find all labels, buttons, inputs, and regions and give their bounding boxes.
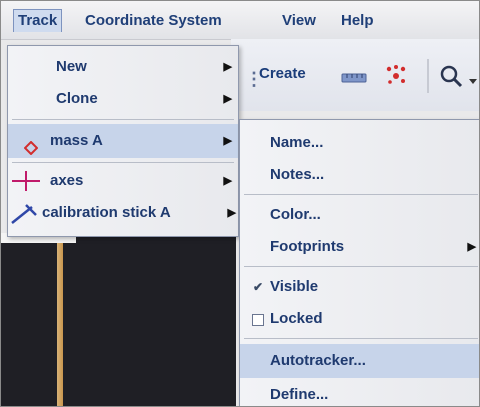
menu-item-label: calibration stick A (42, 204, 171, 221)
submenu-arrow-icon: ▶ (223, 135, 232, 147)
menu-separator (244, 266, 478, 267)
zoom-icon[interactable] (439, 64, 465, 95)
menu-item-label: Footprints (270, 238, 345, 255)
menu-item-label: Color... (270, 206, 321, 223)
menu-item-define[interactable]: Define... (240, 380, 479, 406)
toolbar-separator (427, 59, 429, 93)
menu-item-name[interactable]: Name... (240, 128, 479, 158)
menu-separator (12, 162, 234, 163)
toolbar: ⋮ Create (231, 39, 479, 111)
menu-track[interactable]: Track (13, 9, 63, 32)
tape-measure-icon[interactable] (341, 71, 367, 89)
menu-item-label: Clone (56, 90, 98, 107)
menu-item-visible[interactable]: ✔ Visible (240, 272, 479, 302)
menu-coordinate-system[interactable]: Coordinate System (81, 10, 226, 32)
submenu-arrow-icon: ▶ (227, 207, 236, 219)
menu-item-calibration-stick-a[interactable]: calibration stick A ▶ (8, 198, 238, 228)
menu-item-autotracker[interactable]: Autotracker... (240, 344, 479, 378)
menu-item-label: Name... (270, 134, 324, 151)
checkbox-checked-icon[interactable]: ✔ (252, 281, 264, 293)
menu-item-color[interactable]: Color... (240, 200, 479, 230)
menu-item-label: Notes... (270, 166, 325, 183)
menu-item-label: Locked (270, 310, 323, 327)
menu-separator (244, 194, 478, 195)
video-panel[interactable] (1, 233, 236, 406)
submenu-arrow-icon: ▶ (467, 241, 476, 253)
menu-help[interactable]: Help (337, 10, 378, 32)
track-menu: New ▶ Clone ▶ mass A ▶ axes ▶ calibratio… (7, 45, 239, 237)
calibration-stick-icon (10, 203, 40, 236)
menu-view[interactable]: View (278, 10, 320, 32)
submenu-arrow-icon: ▶ (223, 175, 232, 187)
menu-item-label: axes (50, 172, 84, 189)
menu-item-locked[interactable]: Locked (240, 304, 479, 334)
calibration-stick-overlay[interactable] (57, 243, 63, 406)
menu-item-label: Define... (270, 386, 329, 403)
checkbox-unchecked-icon[interactable] (252, 314, 264, 326)
menu-item-label: Autotracker... (270, 352, 366, 369)
menu-item-axes[interactable]: axes ▶ (8, 166, 238, 196)
mass-a-submenu: Name... Notes... Color... Footprints ▶ ✔… (239, 119, 479, 406)
submenu-arrow-icon: ▶ (223, 61, 232, 73)
menu-bar: Track Coordinate System View Help (1, 1, 479, 40)
menu-separator (12, 119, 234, 120)
point-mass-icon[interactable] (383, 63, 409, 94)
menu-separator (244, 338, 478, 339)
menu-item-label: Visible (270, 278, 319, 295)
menu-item-notes[interactable]: Notes... (240, 160, 479, 190)
app-window: Track Coordinate System View Help ⋮ Crea… (0, 0, 480, 407)
menu-item-footprints[interactable]: Footprints ▶ (240, 232, 479, 262)
menu-item-label: mass A (50, 132, 103, 149)
zoom-dropdown-icon[interactable] (469, 72, 477, 90)
menu-item-label: New (56, 58, 87, 75)
menu-item-new[interactable]: New ▶ (8, 52, 238, 82)
submenu-arrow-icon: ▶ (223, 93, 232, 105)
menu-item-clone[interactable]: Clone ▶ (8, 84, 238, 114)
create-button[interactable]: Create (259, 65, 306, 82)
menu-item-mass-a[interactable]: mass A ▶ (8, 124, 238, 158)
